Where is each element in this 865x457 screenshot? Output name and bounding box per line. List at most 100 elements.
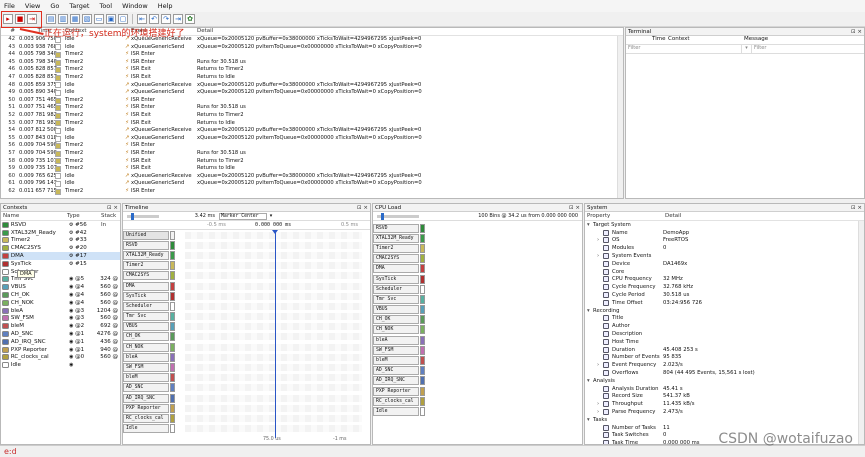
system-row[interactable]: CPU Frequency 32 MHz	[585, 276, 864, 284]
system-row[interactable]: Time Offset 03:24:956 726	[585, 299, 864, 307]
cpu-row[interactable]: Scheduler	[373, 284, 582, 294]
timeline-row-label[interactable]: bleM	[123, 373, 169, 383]
cpu-row-label[interactable]: VBUS	[373, 305, 419, 315]
go-last-button[interactable]: ⇥	[173, 14, 183, 24]
event-row[interactable]: 47 0.005 828 857 Timer2 ⚡ ISR Exit Returns to…	[1, 74, 623, 82]
cpu-row-label[interactable]: RSVD	[373, 223, 419, 233]
marker-mode-dropdown[interactable]: ▾	[267, 213, 275, 219]
event-row[interactable]: 58 0.009 735 107 Timer2 ⚡ ISR Exit Returns to…	[1, 158, 623, 166]
timeline-track[interactable]	[175, 373, 370, 382]
timeline-row[interactable]: XTAL32M_Ready	[123, 250, 370, 260]
col-property[interactable]: Property	[585, 212, 665, 220]
panel-controls[interactable]: ⊡ ×	[107, 204, 118, 212]
context-row[interactable]: XTAL32M_Ready ⚙ #42	[1, 229, 120, 237]
timeline-row-label[interactable]: bleA	[123, 352, 169, 362]
timeline-marker[interactable]	[275, 230, 276, 438]
cpu-row-label[interactable]: PXP Reporter	[373, 386, 419, 396]
timeline-row-label[interactable]: CH_NOK	[123, 342, 169, 352]
system-row[interactable]: Cycle Frequency 32.768 kHz	[585, 283, 864, 291]
event-row[interactable]: 54 0.007 812 500 Idle ↗ xQueueGenericReceive…	[1, 127, 623, 135]
go-first-button[interactable]: ⇤	[137, 14, 147, 24]
timeline-row[interactable]: AD_IRQ_SNC	[123, 393, 370, 403]
timeline-track[interactable]	[175, 261, 370, 270]
timeline-track[interactable]	[175, 312, 370, 321]
timeline-row[interactable]: PXP Reporter	[123, 403, 370, 413]
cpu-bins-slider[interactable]	[377, 212, 419, 220]
event-row[interactable]: 55 0.007 843 018 Idle ↗ xQueueGenericSend xQu…	[1, 135, 623, 143]
timeline-track[interactable]	[175, 322, 370, 331]
event-row[interactable]: 49 0.005 890 340 Idle ↗ xQueueGenericSend xQu…	[1, 89, 623, 97]
timeline-track[interactable]	[175, 282, 370, 291]
menu-file[interactable]: File	[4, 2, 15, 10]
event-row[interactable]: 46 0.005 828 857 Timer2 ⚡ ISR Exit Returns to…	[1, 66, 623, 74]
cpu-row-label[interactable]: CMAC2SYS	[373, 254, 419, 264]
context-row[interactable]: PXP Reporter ◉ @1 940 @	[1, 346, 120, 354]
timeline-row[interactable]: AD_SNC	[123, 383, 370, 393]
cpu-row[interactable]: CH_NOK	[373, 325, 582, 335]
view-contexts-button[interactable]: ▦	[70, 14, 80, 24]
event-row[interactable]: 44 0.005 798 340 Timer2 ⚡ ISR Enter	[1, 51, 623, 59]
timeline-track[interactable]	[175, 292, 370, 301]
timeline-row-label[interactable]: AD_SNC	[123, 383, 169, 393]
context-row[interactable]: VBUS ◉ @4 560 @	[1, 283, 120, 291]
col-time[interactable]: Time	[652, 36, 666, 44]
timeline-row[interactable]: CH_NOK	[123, 342, 370, 352]
cpu-row-label[interactable]: SysTick	[373, 274, 419, 284]
marker-mode-select[interactable]: Marker Center	[219, 212, 267, 220]
settings-button[interactable]: ✿	[185, 14, 195, 24]
timeline-track[interactable]	[175, 363, 370, 372]
system-row[interactable]: Duration 45.408 253 s	[585, 346, 864, 354]
timeline-row-label[interactable]: AD_IRQ_SNC	[123, 393, 169, 403]
context-row[interactable]: bleA ◉ @3 1204 @	[1, 307, 120, 315]
cpu-row[interactable]: AD_IRQ_SNC	[373, 376, 582, 386]
system-row[interactable]: Name DemoApp	[585, 229, 864, 237]
timeline-row[interactable]: Unified	[123, 230, 370, 240]
event-row[interactable]: 57 0.009 704 590 Timer2 ⚡ ISR Enter Runs for …	[1, 150, 623, 158]
context-row[interactable]: CH_OK ◉ @4 560 @	[1, 291, 120, 299]
timeline-row-label[interactable]: RC_clocks_cal	[123, 413, 169, 423]
cpu-row[interactable]: SysTick	[373, 274, 582, 284]
system-row[interactable]: › Throughput 11.435 kB/s	[585, 400, 864, 408]
system-row[interactable]: Overflows 804 (44 495 Events, 15,561 s lo…	[585, 369, 864, 377]
timeline-track[interactable]	[175, 394, 370, 403]
cpu-row[interactable]: VBUS	[373, 305, 582, 315]
event-row[interactable]: 56 0.009 704 590 Timer2 ⚡ ISR Enter	[1, 142, 623, 150]
event-row[interactable]: 60 0.009 765 625 Idle ↗ xQueueGenericReceive…	[1, 173, 623, 181]
timeline-track[interactable]	[175, 271, 370, 280]
timeline-track[interactable]	[175, 414, 370, 423]
col-detail[interactable]: Detail	[197, 28, 623, 35]
cpu-row-label[interactable]: XTAL32M_Ready	[373, 233, 419, 243]
menu-window[interactable]: Window	[122, 2, 148, 10]
menu-view[interactable]: View	[25, 2, 40, 10]
timeline-row[interactable]: bleA	[123, 352, 370, 362]
view-cpu-button[interactable]: ▧	[82, 14, 92, 24]
event-row[interactable]: 45 0.005 798 340 Timer2 ⚡ ISR Enter Runs for …	[1, 59, 623, 67]
event-row[interactable]: 48 0.005 859 375 Idle ↗ xQueueGenericReceive…	[1, 82, 623, 90]
timeline-row-label[interactable]: RSVD	[123, 240, 169, 250]
cpu-row-label[interactable]: Idle	[373, 406, 419, 416]
cpu-row[interactable]: Idle	[373, 406, 582, 416]
timeline-row-label[interactable]: Timer2	[123, 261, 169, 271]
timeline-track[interactable]	[175, 251, 370, 260]
system-row[interactable]: Core	[585, 268, 864, 276]
col-context[interactable]: Context	[666, 36, 744, 44]
timeline-row-label[interactable]: SW_FSM	[123, 363, 169, 373]
timeline-row-label[interactable]: XTAL32M_Ready	[123, 250, 169, 260]
col-detail[interactable]: Detail	[665, 212, 864, 220]
panel-controls[interactable]: ⊡ ×	[357, 204, 368, 212]
timeline-row-label[interactable]: PXP Reporter	[123, 403, 169, 413]
cpu-row-label[interactable]: Tmr Svc	[373, 294, 419, 304]
cpu-row[interactable]: RC_clocks_cal	[373, 396, 582, 406]
cpu-row[interactable]: Timer2	[373, 243, 582, 253]
cpu-row[interactable]: bleA	[373, 335, 582, 345]
cpu-row[interactable]: SW_FSM	[373, 345, 582, 355]
context-row[interactable]: DMA ⚙ #17	[1, 252, 120, 260]
cpu-row-label[interactable]: AD_SNC	[373, 366, 419, 376]
panel-controls[interactable]: ⊡ ×	[569, 204, 580, 212]
cpu-row-label[interactable]: SW_FSM	[373, 345, 419, 355]
system-row[interactable]: Title	[585, 315, 864, 323]
system-row[interactable]: › OS FreeRTOS	[585, 237, 864, 245]
timeline-row[interactable]: bleM	[123, 373, 370, 383]
view-timeline-button[interactable]: ▥	[58, 14, 68, 24]
timeline-row[interactable]: Tmr Svc	[123, 312, 370, 322]
